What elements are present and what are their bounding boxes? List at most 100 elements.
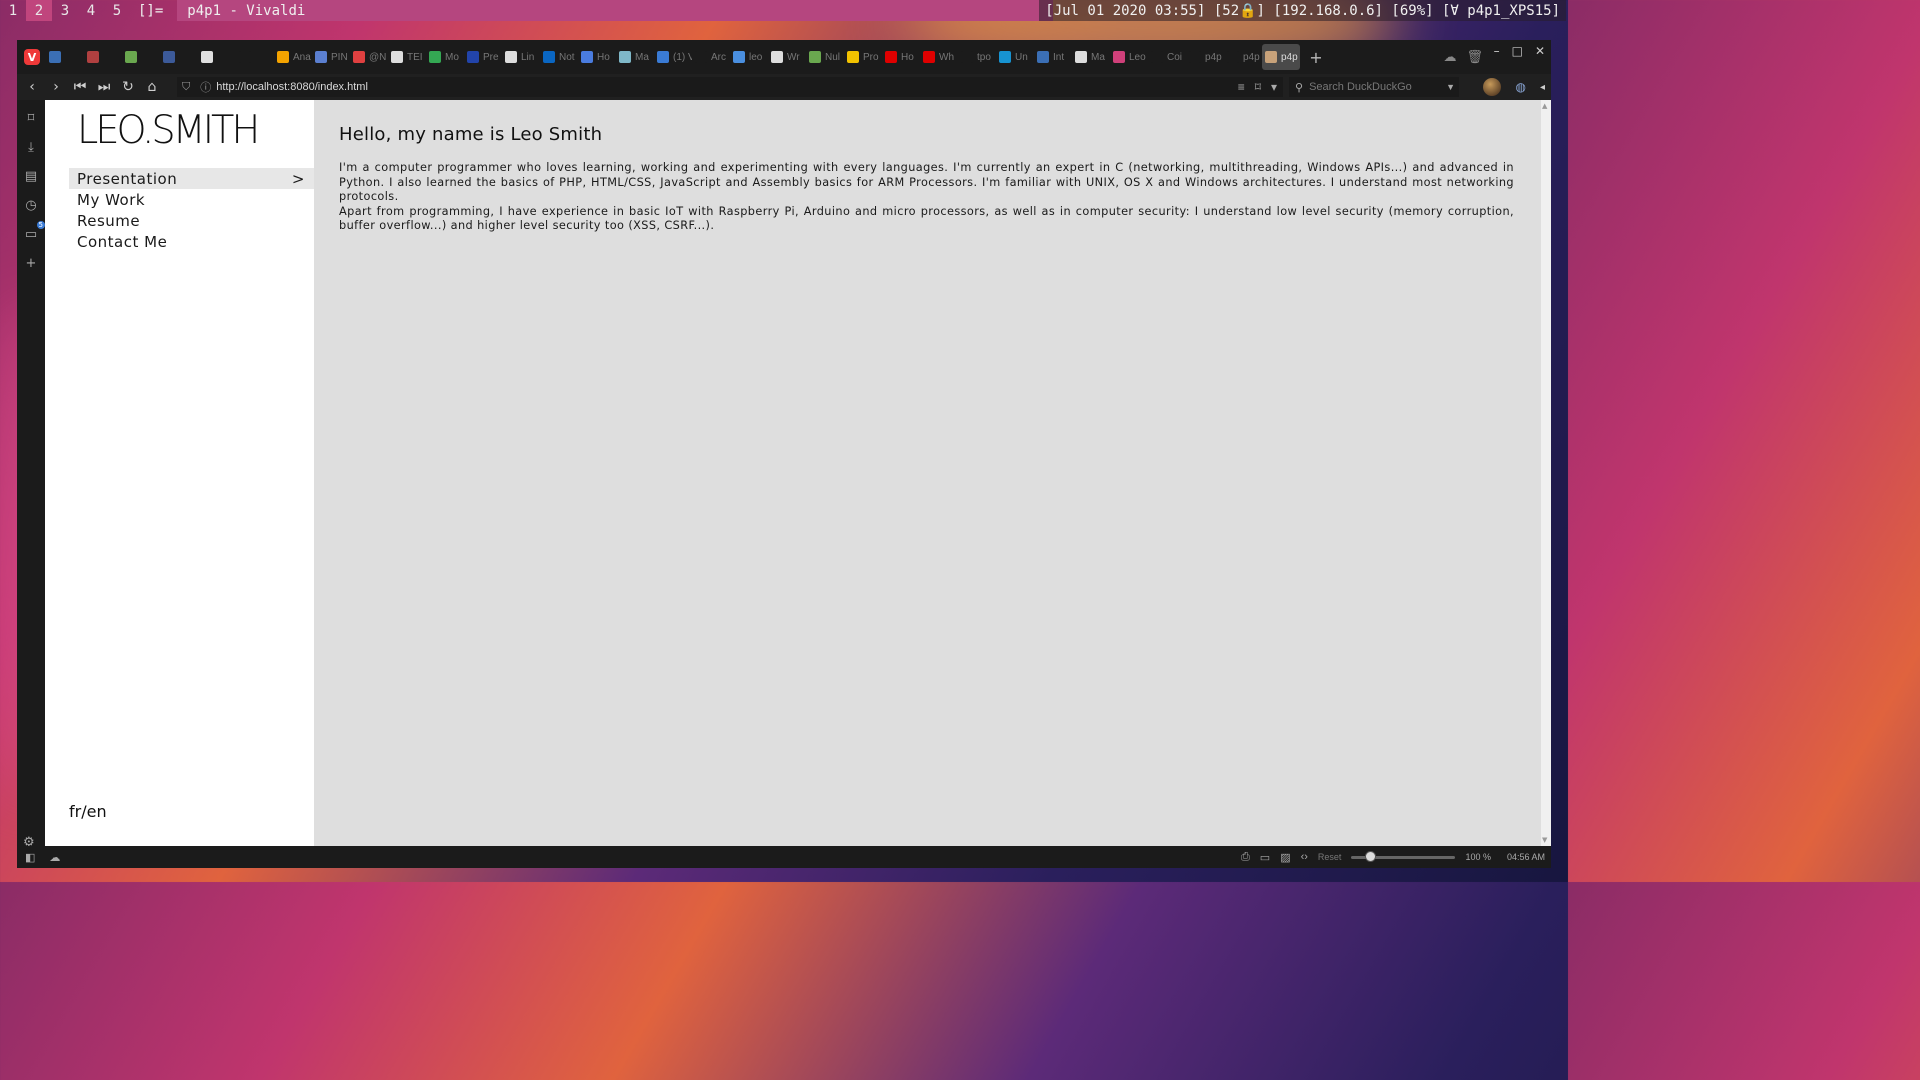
browser-tab[interactable]: Pre <box>464 44 502 70</box>
workspace-3[interactable]: 3 <box>52 0 78 21</box>
browser-tab[interactable]: Lin <box>502 44 540 70</box>
add-panel-icon[interactable]: + <box>23 255 39 271</box>
browser-tab[interactable] <box>198 44 236 70</box>
browser-tab[interactable] <box>236 44 274 70</box>
close-icon[interactable]: ✕ <box>1535 44 1545 58</box>
workspace-1[interactable]: 1 <box>0 0 26 21</box>
browser-tab[interactable]: TEI <box>388 44 426 70</box>
browser-tab[interactable]: Ma <box>616 44 654 70</box>
browser-tab[interactable] <box>122 44 160 70</box>
arch-icon <box>999 51 1011 63</box>
url-text[interactable]: http://localhost:8080/index.html <box>216 81 368 93</box>
menu-item-contact-me[interactable]: Contact Me <box>69 231 314 252</box>
collapse-panel-icon[interactable]: ◂ <box>1540 82 1545 93</box>
browser-tab[interactable]: (1) V <box>654 44 692 70</box>
images-icon[interactable]: ▨ <box>1280 851 1290 864</box>
search-engine-dropdown-icon[interactable]: ▼ <box>1446 82 1455 92</box>
browser-tab[interactable]: Ho <box>882 44 920 70</box>
zoom-slider[interactable] <box>1351 850 1456 862</box>
page-scrollbar[interactable]: ▲ ▼ <box>1541 100 1551 846</box>
toggle-panel-icon[interactable]: ◧ <box>25 851 35 864</box>
browser-tab[interactable]: Int <box>1034 44 1072 70</box>
fast-forward-icon[interactable]: ⏭ <box>92 79 116 95</box>
workspace-2[interactable]: 2 <box>26 0 52 21</box>
tiling-icon[interactable]: ▭ <box>1260 851 1270 864</box>
language-switcher[interactable]: fr/en <box>69 802 107 821</box>
browser-tab[interactable]: Ma <box>1072 44 1110 70</box>
cloud-sync-icon[interactable]: ☁ <box>1443 50 1456 65</box>
browser-tab[interactable]: Un <box>996 44 1034 70</box>
menu-item-resume[interactable]: Resume <box>69 210 314 231</box>
security-paragraph: Apart from programming, I have experienc… <box>339 204 1514 233</box>
new-tab-icon[interactable]: + <box>1306 47 1326 67</box>
history-panel-icon[interactable]: ◷ <box>23 197 39 213</box>
browser-tab[interactable]: p4p <box>1186 44 1224 70</box>
browser-tab[interactable]: p4p <box>1262 44 1300 70</box>
maximize-icon[interactable]: □ <box>1512 44 1523 58</box>
main-content: Hello, my name is Leo Smith I'm a comput… <box>339 124 1514 234</box>
avatar[interactable] <box>1483 78 1502 96</box>
page-actions-icon[interactable]: ‹› <box>1301 851 1308 863</box>
browser-tab[interactable]: Not <box>540 44 578 70</box>
shield-icon[interactable]: ⛉ <box>182 81 190 94</box>
browser-tab[interactable]: Wh <box>920 44 958 70</box>
browser-tab[interactable]: Ho <box>578 44 616 70</box>
browser-tab[interactable] <box>160 44 198 70</box>
browser-tab[interactable]: tpo <box>958 44 996 70</box>
home-icon[interactable]: ⌂ <box>140 79 164 95</box>
photo-icon <box>1265 51 1277 63</box>
dropdown-icon[interactable]: ▾ <box>1271 80 1277 94</box>
reload-icon[interactable]: ↻ <box>116 79 140 95</box>
browser-tab[interactable]: Wr <box>768 44 806 70</box>
scroll-down-icon[interactable]: ▼ <box>1542 836 1547 844</box>
browser-tab[interactable]: Coi <box>1148 44 1186 70</box>
menu-item-label: Resume <box>77 211 141 230</box>
browser-tab[interactable]: p4p <box>1224 44 1262 70</box>
menu-item-my-work[interactable]: My Work <box>69 189 314 210</box>
extension-icon[interactable]: ◍ <box>1515 80 1525 94</box>
workspace-5[interactable]: 5 <box>104 0 130 21</box>
scroll-up-icon[interactable]: ▲ <box>1542 102 1547 110</box>
notes-panel-icon[interactable]: ▤ <box>23 168 39 184</box>
browser-tab[interactable]: Nul <box>806 44 844 70</box>
search-field[interactable]: ⚲ Search DuckDuckGo ▼ <box>1289 77 1459 97</box>
minimize-icon[interactable]: – <box>1494 44 1500 58</box>
browser-tab[interactable]: Leo <box>1110 44 1148 70</box>
tab-label: Wh <box>939 51 954 63</box>
browser-tab[interactable] <box>46 44 84 70</box>
zoom-slider-knob[interactable] <box>1365 850 1377 862</box>
window-title: p4p1 - Vivaldi <box>177 0 1054 21</box>
trash-icon[interactable]: 🗑 <box>1466 50 1483 65</box>
address-bar[interactable]: ⛉ ⓘ http://localhost:8080/index.html ≡ ⌑… <box>177 77 1283 97</box>
menu-item-presentation[interactable]: Presentation > <box>69 168 314 189</box>
rewind-icon[interactable]: ⏮ <box>68 79 92 95</box>
back-icon[interactable]: ‹ <box>20 79 44 95</box>
downloads-panel-icon[interactable]: ⤓ <box>23 139 39 155</box>
document-icon <box>391 51 403 63</box>
capture-icon[interactable]: ⎙ <box>1241 851 1250 864</box>
workspace-4[interactable]: 4 <box>78 0 104 21</box>
browser-tab[interactable]: leo <box>730 44 768 70</box>
browser-tab[interactable] <box>84 44 122 70</box>
browser-tab[interactable]: Arc <box>692 44 730 70</box>
bracket-icon <box>467 51 479 63</box>
browser-tab[interactable]: PIN <box>312 44 350 70</box>
site-logo[interactable]: LEO.SMITH <box>77 108 260 153</box>
vivaldi-logo-icon[interactable]: V <box>24 49 40 65</box>
window-panel-icon[interactable]: ▭ 5 <box>23 221 45 242</box>
bookmark-icon[interactable]: ⌑ <box>1255 80 1261 94</box>
bookmarks-panel-icon[interactable]: ⌑ <box>23 110 39 126</box>
blank-icon <box>1189 51 1201 63</box>
browser-tab[interactable]: Pro <box>844 44 882 70</box>
browser-tab[interactable]: Mo <box>426 44 464 70</box>
info-icon[interactable]: ⓘ <box>200 79 211 95</box>
page-title: Hello, my name is Leo Smith <box>339 124 603 145</box>
zoom-reset-button[interactable]: Reset <box>1318 852 1342 862</box>
bird-icon <box>619 51 631 63</box>
sync-cloud-icon[interactable]: ☁ <box>49 851 60 864</box>
forward-icon[interactable]: › <box>44 79 68 95</box>
tab-label: Ana <box>293 51 311 63</box>
browser-tab[interactable]: Ana <box>274 44 312 70</box>
browser-tab[interactable]: @N <box>350 44 388 70</box>
reader-view-icon[interactable]: ≡ <box>1238 80 1245 94</box>
